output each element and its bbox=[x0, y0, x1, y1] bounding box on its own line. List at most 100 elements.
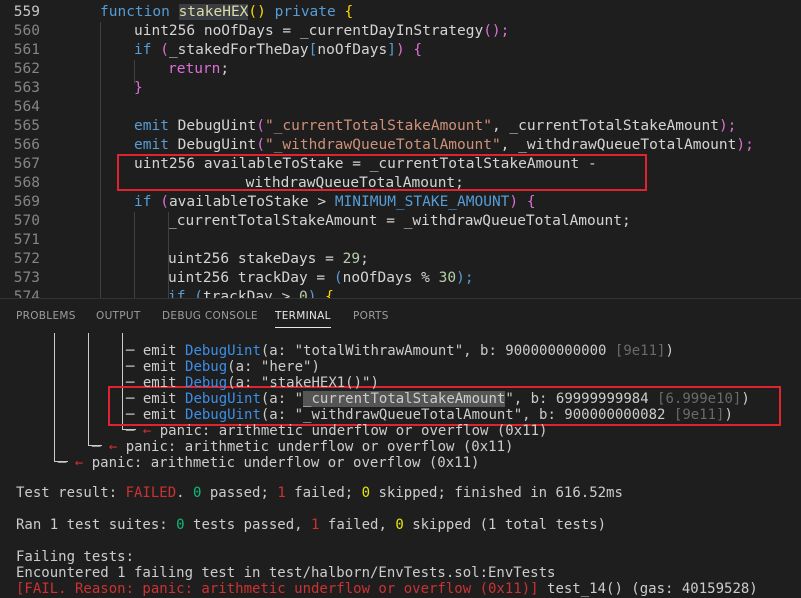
code-token: noOfDays = _currentDayInStrategy bbox=[203, 23, 484, 39]
code-token: ); bbox=[456, 270, 474, 286]
encountered-line: Encountered 1 failing test in test/halbo… bbox=[16, 565, 555, 582]
code-token: availableToStake > bbox=[168, 194, 335, 210]
code-text: return; bbox=[168, 60, 229, 79]
code-token: . bbox=[176, 485, 194, 501]
code-line[interactable]: 559 function stakeHEX() private { bbox=[0, 3, 801, 22]
code-token: _stakedForTheDay bbox=[168, 42, 309, 58]
code-line[interactable]: 564 bbox=[0, 98, 801, 117]
code-token: ( bbox=[160, 42, 169, 58]
code-line[interactable]: 562 return; bbox=[0, 60, 801, 79]
code-token: failed; bbox=[285, 485, 362, 501]
code-token: skipped (1 total tests) bbox=[403, 517, 607, 533]
code-token: Debug bbox=[185, 375, 228, 391]
tab-debug-console[interactable]: DEBUG CONSOLE bbox=[162, 310, 258, 322]
tab-problems[interactable]: PROBLEMS bbox=[16, 310, 76, 322]
tab-terminal[interactable]: TERMINAL bbox=[275, 310, 331, 328]
code-token: MINIMUM_STAKE_AMOUNT bbox=[334, 194, 510, 210]
code-token: noOfDays % bbox=[342, 270, 439, 286]
trace-line: ─ emit DebugUint(a: "_withdrawQueueTotal… bbox=[126, 407, 733, 424]
code-token: Ran 1 test suites: bbox=[16, 517, 177, 533]
tree-line bbox=[54, 333, 55, 461]
code-token: "_withdrawQueueTotalAmount" bbox=[264, 137, 501, 153]
code-line[interactable]: 569 if (availableToStake > MINIMUM_STAKE_… bbox=[0, 193, 801, 212]
code-token: stakeHEX bbox=[178, 4, 249, 20]
code-token: uint256 trackDay = bbox=[168, 270, 334, 286]
code-token: emit bbox=[142, 343, 186, 359]
code-token: DebugUint bbox=[185, 391, 261, 407]
code-line[interactable]: 570 _currentTotalStakeAmount = _withdrawQ… bbox=[0, 212, 801, 231]
line-number: 561 bbox=[13, 42, 40, 58]
code-line[interactable]: 565 emit DebugUint("_currentTotalStakeAmo… bbox=[0, 117, 801, 136]
terminal-token: Encountered 1 failing test in test/halbo… bbox=[16, 565, 556, 581]
code-token: emit bbox=[134, 118, 178, 134]
code-editor[interactable]: 559 function stakeHEX() private {560 uint2… bbox=[0, 0, 801, 298]
code-line[interactable]: 566 emit DebugUint("_withdrawQueueTotalAm… bbox=[0, 136, 801, 155]
code-token: tests passed, bbox=[184, 517, 312, 533]
tree-branch: ─ bbox=[126, 407, 143, 423]
code-token: skipped; finished in 616.52ms bbox=[370, 485, 623, 501]
test-result-line: Test result: FAILED. 0 passed; 1 failed;… bbox=[16, 485, 623, 502]
panic-line: ─ ← panic: arithmetic underflow or overf… bbox=[126, 423, 547, 440]
code-token: DebugUint bbox=[177, 137, 257, 153]
terminal-output[interactable]: ─ emit DebugUint (a: "totalWithrawAmount"… bbox=[0, 333, 801, 598]
line-number: 569 bbox=[13, 194, 40, 210]
code-line[interactable]: 563} bbox=[0, 79, 801, 98]
code-token: return bbox=[168, 61, 221, 77]
code-token: passed; bbox=[201, 485, 278, 501]
code-token: 1 bbox=[277, 485, 286, 501]
code-token: (a: "_withdrawQueueTotalAmount", b: 9000… bbox=[260, 407, 674, 423]
code-token: ) bbox=[665, 343, 674, 359]
code-token: ); bbox=[718, 118, 737, 134]
code-text: emit DebugUint("_withdrawQueueTotalAmoun… bbox=[134, 136, 754, 155]
code-line[interactable]: 572 uint256 stakeDays = 29; bbox=[0, 250, 801, 269]
tree-branch: ─ bbox=[126, 343, 143, 359]
terminal-token: ─ bbox=[126, 423, 143, 439]
code-text: uint256 stakeDays = 29; bbox=[168, 250, 369, 269]
code-token: { bbox=[526, 194, 536, 210]
line-number: 560 bbox=[13, 23, 40, 39]
code-line[interactable]: 573 uint256 trackDay = (noOfDays % 30); bbox=[0, 269, 801, 288]
tab-output[interactable]: OUTPUT bbox=[96, 310, 141, 322]
code-token: 0 bbox=[298, 289, 308, 298]
indent-guide bbox=[134, 60, 135, 84]
code-token: 30 bbox=[438, 270, 457, 286]
code-token: Test result: bbox=[16, 485, 126, 501]
trace-line: ─ emit DebugUint(a: "_currentTotalStakeA… bbox=[126, 391, 750, 408]
code-token: DebugUint bbox=[185, 407, 261, 423]
code-token: ", b: 69999999984 bbox=[505, 391, 658, 407]
line-number: 573 bbox=[13, 270, 40, 286]
code-line[interactable]: 571 bbox=[0, 231, 801, 250]
code-text: if (trackDay > 0) { bbox=[168, 288, 334, 298]
code-token: ( bbox=[333, 270, 343, 286]
code-line[interactable]: 561 if (_stakedForTheDay[noOfDays]) { bbox=[0, 41, 801, 60]
code-text: emit DebugUint("_currentTotalStakeAmount… bbox=[134, 117, 736, 136]
code-token: emit bbox=[142, 359, 186, 375]
code-token: Debug bbox=[185, 359, 228, 375]
tab-ports[interactable]: PORTS bbox=[353, 310, 389, 322]
code-token: 29 bbox=[342, 251, 361, 267]
code-token: emit bbox=[142, 375, 186, 391]
tree-branch: ─ bbox=[126, 391, 143, 407]
line-number: 565 bbox=[13, 118, 40, 134]
code-token: noOfDays bbox=[317, 42, 388, 58]
code-token: { bbox=[325, 289, 334, 298]
tree-branch: ─ bbox=[126, 375, 143, 391]
line-number: 574 bbox=[13, 289, 40, 298]
code-token: ; bbox=[360, 251, 369, 267]
code-line[interactable]: 574 if (trackDay > 0) { bbox=[0, 288, 801, 298]
code-token: trackDay > bbox=[202, 289, 299, 298]
code-token: _currentTotalStakeAmount = _withdrawQueu… bbox=[168, 213, 631, 229]
code-token: private bbox=[274, 4, 345, 20]
terminal-token: panic: arithmetic underflow or overflow … bbox=[159, 423, 548, 439]
code-token: (a: "totalWithrawAmount", b: 90000000000… bbox=[260, 343, 615, 359]
code-token: uint256 stakeDays = bbox=[168, 251, 343, 267]
code-token: (a: "stakeHEX1()") bbox=[227, 375, 379, 391]
code-token: ) bbox=[741, 391, 750, 407]
panel-tab-bar: PROBLEMS OUTPUT DEBUG CONSOLE TERMINAL P… bbox=[0, 298, 801, 334]
code-line[interactable]: 560 uint256 noOfDays = _currentDayInStrat… bbox=[0, 22, 801, 41]
code-text: if (_stakedForTheDay[noOfDays]) { bbox=[134, 41, 422, 60]
code-token: (a: "here") bbox=[227, 359, 320, 375]
line-number: 563 bbox=[13, 80, 40, 96]
